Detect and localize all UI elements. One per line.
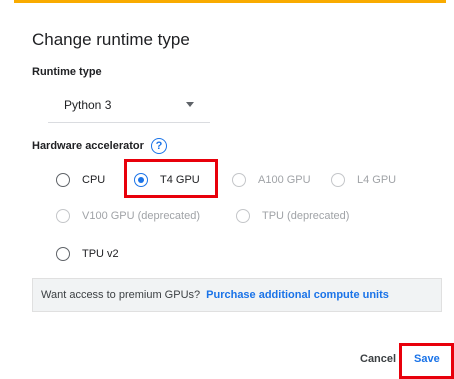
- radio-v100-gpu[interactable]: V100 GPU (deprecated): [56, 206, 200, 226]
- radio-button-icon: [56, 247, 70, 261]
- radio-button-icon: [56, 209, 70, 223]
- banner-text: Want access to premium GPUs?: [41, 289, 201, 301]
- radio-a100-gpu[interactable]: A100 GPU: [232, 170, 311, 190]
- radio-label: TPU (deprecated): [262, 210, 350, 222]
- radio-label: L4 GPU: [357, 174, 397, 186]
- hardware-accelerator-label: Hardware accelerator: [32, 140, 144, 152]
- radio-button-icon: [236, 209, 250, 223]
- radio-t4-gpu[interactable]: T4 GPU: [134, 170, 200, 190]
- radio-label: T4 GPU: [160, 174, 200, 186]
- radio-label: TPU v2: [82, 248, 119, 260]
- radio-l4-gpu[interactable]: L4 GPU: [331, 170, 396, 190]
- purchase-compute-units-link[interactable]: Purchase additional compute units: [206, 289, 389, 301]
- runtime-type-select[interactable]: Python 3: [48, 88, 210, 123]
- radio-button-icon: [56, 173, 70, 187]
- help-icon[interactable]: ?: [151, 138, 167, 154]
- cancel-button[interactable]: Cancel: [360, 353, 396, 365]
- change-runtime-dialog: Change runtime type Runtime type Python …: [0, 0, 454, 379]
- dropdown-arrow-icon: [186, 102, 194, 107]
- radio-label: CPU: [82, 174, 106, 186]
- dialog-title: Change runtime type: [32, 30, 190, 49]
- radio-tpu-deprecated[interactable]: TPU (deprecated): [236, 206, 349, 226]
- save-button[interactable]: Save: [414, 353, 440, 365]
- radio-label: A100 GPU: [258, 174, 311, 186]
- radio-button-icon: [331, 173, 345, 187]
- runtime-type-value: Python 3: [64, 98, 112, 112]
- radio-label: V100 GPU (deprecated): [82, 210, 201, 222]
- radio-button-icon: [232, 173, 246, 187]
- premium-gpu-banner: Want access to premium GPUs? Purchase ad…: [32, 278, 442, 312]
- radio-button-selected-icon: [134, 173, 148, 187]
- radio-tpu-v2[interactable]: TPU v2: [56, 244, 119, 264]
- dialog-top-accent-bar: [14, 0, 446, 3]
- radio-cpu[interactable]: CPU: [56, 170, 105, 190]
- runtime-type-label: Runtime type: [32, 66, 102, 78]
